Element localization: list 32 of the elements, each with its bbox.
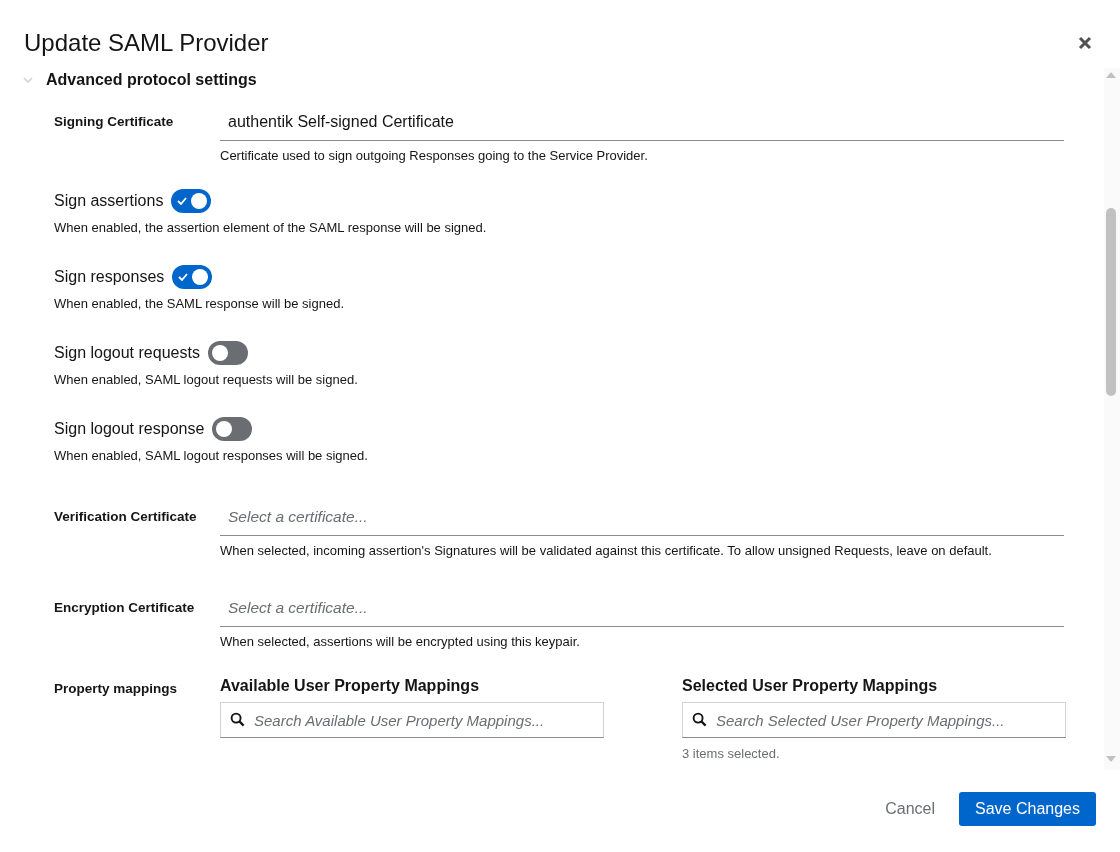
field-label: Encryption Certificate xyxy=(54,599,196,617)
toggle-switch[interactable] xyxy=(171,189,212,213)
help-text: When enabled, the SAML response will be signed. xyxy=(54,296,346,311)
field-label: Signing Certificate xyxy=(54,113,175,131)
selection-count: 3 items selected. xyxy=(682,746,781,761)
field-label: Property mappings xyxy=(54,680,179,698)
search-field[interactable]: Search Available User Property Mappings... xyxy=(220,702,604,738)
field-label: Verification Certificate xyxy=(54,508,198,526)
switch-label: Sign logout response xyxy=(54,420,205,438)
list-title: Available User Property Mappings xyxy=(220,677,481,695)
save-button[interactable]: Save Changes xyxy=(959,792,1096,826)
close-icon[interactable] xyxy=(1078,36,1092,50)
scrollbar[interactable] xyxy=(1104,68,1120,770)
toggle-switch[interactable] xyxy=(207,341,248,365)
list-title: Selected User Property Mappings xyxy=(682,677,939,695)
toggle-switch[interactable] xyxy=(212,417,253,441)
check-icon xyxy=(178,272,189,282)
help-text: When selected, assertions will be encrypted using this keypair. xyxy=(220,634,581,649)
switch-label: Sign logout requests xyxy=(54,344,200,362)
cancel-button[interactable]: Cancel xyxy=(869,792,952,826)
switch-label: Sign assertions xyxy=(54,192,164,210)
help-text: When selected, incoming assertion's Signatures will be validated against this certificate. To allow unsigned Requests, leave on default. xyxy=(220,543,993,558)
toggle-switch[interactable] xyxy=(172,265,213,289)
dialog-title: Update SAML Provider xyxy=(24,29,269,57)
help-text: When enabled, SAML logout responses will be signed. xyxy=(54,448,369,463)
switch-label: Sign responses xyxy=(54,268,165,286)
help-text: Certificate used to sign outgoing Responses going to the Service Provider. xyxy=(220,148,649,163)
help-text: When enabled, the assertion element of the SAML response will be signed. xyxy=(54,220,488,235)
check-icon xyxy=(177,196,188,206)
help-text: When enabled, SAML logout requests will be signed. xyxy=(54,372,359,387)
search-field[interactable]: Search Selected User Property Mappings... xyxy=(682,702,1066,738)
section-title: Advanced protocol settings xyxy=(46,71,257,89)
